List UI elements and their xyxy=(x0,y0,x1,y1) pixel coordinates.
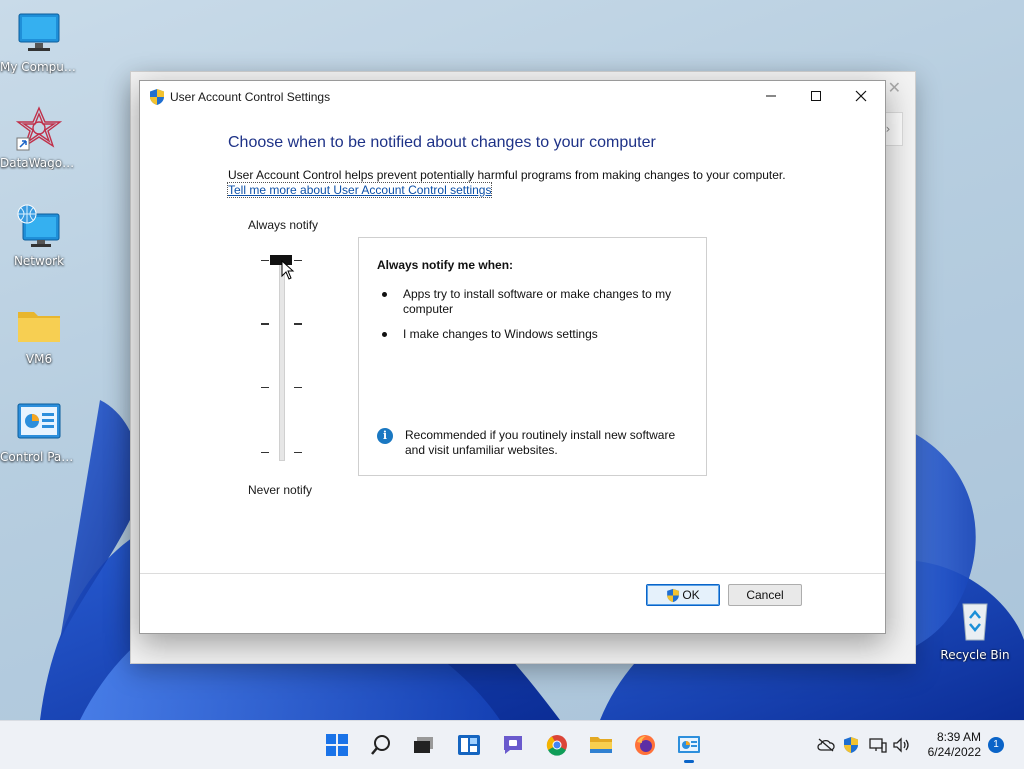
slider-tick xyxy=(294,260,302,261)
folder-icon xyxy=(16,302,62,348)
desktop-icon-network[interactable]: Network xyxy=(0,204,78,268)
cancel-button[interactable]: Cancel xyxy=(728,584,802,606)
clock-time: 8:39 AM xyxy=(936,730,981,744)
monitor-icon xyxy=(16,10,62,56)
search-button[interactable] xyxy=(365,729,397,761)
mouse-cursor-icon xyxy=(281,260,295,280)
widgets-button[interactable] xyxy=(453,729,485,761)
recommendation-text: Recommended if you routinely install new… xyxy=(405,428,676,457)
notification-badge[interactable]: 1 xyxy=(988,737,1004,753)
panel-heading: Always notify me when: xyxy=(377,258,514,272)
maximize-icon xyxy=(811,91,821,101)
chrome-button[interactable] xyxy=(541,729,573,761)
slider-tick xyxy=(261,387,269,388)
bullet-icon xyxy=(382,292,387,297)
desktop-icon-recycle-bin[interactable]: Recycle Bin xyxy=(936,598,1014,662)
footer-divider xyxy=(140,573,885,574)
desktop-icon-datawagon[interactable]: DataWagon... xyxy=(0,106,78,170)
taskbar: 8:39 AM 6/24/2022 1 xyxy=(0,720,1024,769)
slider-tick xyxy=(294,323,302,325)
control-panel-taskbar-button[interactable] xyxy=(673,729,705,763)
title-bar[interactable]: User Account Control Settings xyxy=(140,81,885,113)
clock-date: 6/24/2022 xyxy=(927,745,981,759)
uac-shield-icon xyxy=(149,88,165,106)
recycle-bin-icon xyxy=(952,598,998,644)
slider-track[interactable] xyxy=(279,256,285,461)
task-view-button[interactable] xyxy=(408,729,440,761)
maximize-button[interactable] xyxy=(793,81,839,111)
network-globe-icon xyxy=(16,204,62,250)
onedrive-tray[interactable] xyxy=(817,735,835,755)
uac-shield-icon xyxy=(844,737,858,753)
close-button[interactable] xyxy=(838,81,884,111)
description-text: User Account Control helps prevent poten… xyxy=(228,168,786,182)
minimize-icon xyxy=(766,95,776,97)
system-clock[interactable]: 8:39 AM 6/24/2022 xyxy=(928,730,981,760)
slider-tick xyxy=(294,387,302,388)
list-item: Apps try to install software or make cha… xyxy=(377,287,687,317)
desktop-icon-my-computer[interactable]: My Computer xyxy=(0,10,78,74)
search-icon xyxy=(371,735,390,755)
file-explorer-button[interactable] xyxy=(585,729,617,761)
learn-more-link[interactable]: Tell me more about User Account Control … xyxy=(226,182,493,198)
cloud-offline-icon xyxy=(817,738,835,752)
slider-tick xyxy=(261,452,269,453)
slider-tick xyxy=(261,260,269,261)
speaker-icon xyxy=(893,737,909,753)
control-panel-icon xyxy=(16,400,62,446)
window-title: User Account Control Settings xyxy=(170,90,331,104)
chat-icon xyxy=(504,736,522,754)
control-panel-icon xyxy=(678,736,700,753)
start-icon xyxy=(326,734,348,756)
network-tray[interactable] xyxy=(869,735,887,755)
chat-button[interactable] xyxy=(497,729,529,761)
slider-top-label: Always notify xyxy=(248,218,319,232)
chrome-icon xyxy=(546,735,567,756)
level-description-panel: Always notify me when: Apps try to insta… xyxy=(358,237,707,476)
page-heading: Choose when to be notified about changes… xyxy=(228,134,656,151)
ok-button[interactable]: OK xyxy=(646,584,720,606)
firefox-icon xyxy=(635,735,655,755)
uac-settings-dialog: User Account Control Settings Choose whe… xyxy=(139,80,886,634)
minimize-button[interactable] xyxy=(748,81,794,111)
security-tray[interactable] xyxy=(842,735,860,755)
task-view-icon xyxy=(414,737,433,753)
datawagon-shortcut-icon xyxy=(15,106,63,152)
desktop-icon-control-panel[interactable]: Control Panel xyxy=(0,400,78,464)
file-explorer-icon xyxy=(590,737,612,753)
uac-shield-icon xyxy=(667,588,680,602)
widgets-icon xyxy=(458,735,480,755)
info-icon: i xyxy=(377,428,393,444)
list-item: I make changes to Windows settings xyxy=(377,327,687,342)
close-icon[interactable]: ✕ xyxy=(888,78,901,97)
bullet-icon xyxy=(382,332,387,337)
slider-tick xyxy=(294,452,302,453)
slider-bottom-label: Never notify xyxy=(248,483,313,497)
firefox-button[interactable] xyxy=(629,729,661,761)
slider-tick xyxy=(261,323,269,325)
start-button[interactable] xyxy=(321,729,353,761)
notify-list: Apps try to install software or make cha… xyxy=(377,287,687,352)
close-icon xyxy=(855,90,867,102)
network-wired-icon xyxy=(869,738,887,753)
desktop-icon-vm6[interactable]: VM6 xyxy=(0,302,78,366)
volume-tray[interactable] xyxy=(892,735,912,755)
